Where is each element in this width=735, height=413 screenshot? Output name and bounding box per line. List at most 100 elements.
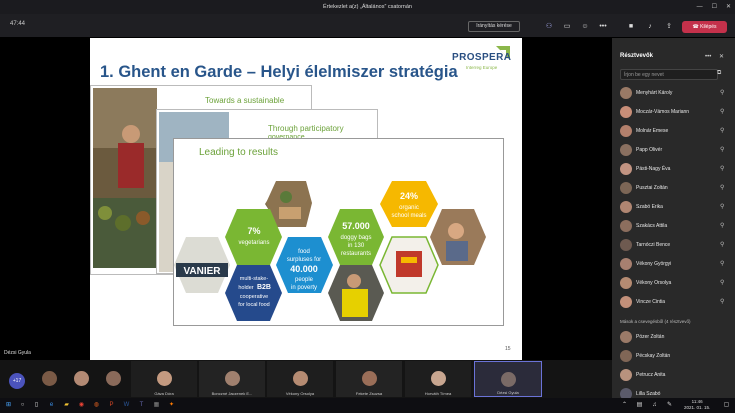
others-section-header[interactable]: Mások a csevegésből (4 résztvevő) [620,319,691,324]
app-icon[interactable]: ▦ [152,401,161,410]
leave-label: Kilépés [700,24,717,30]
chat-icon[interactable]: ▭ [562,22,572,31]
participant-name: Pózer Zoltán [636,334,665,340]
gallery-tile-name: Bonczné Jaczenek E... [211,391,253,396]
word-icon[interactable]: W [122,401,131,410]
gallery-tile[interactable]: Fekete Zsuzsa [336,361,402,397]
participant-row[interactable]: Szakács Attila ⚲ [620,217,730,235]
edge-icon[interactable]: e [47,401,56,410]
share-invite-icon[interactable]: ⧉ [717,70,721,77]
participant-row[interactable]: Pusztai Zoltán ⚲ [620,179,730,197]
mic-muted-icon: ⚲ [720,204,725,210]
minimize-icon[interactable]: — [697,0,703,14]
more-actions-icon[interactable]: ••• [598,22,608,31]
gallery-tile[interactable]: Gáva Dóra [131,361,197,397]
gallery-tile[interactable] [34,361,64,397]
camera-icon[interactable]: ■ [626,22,636,31]
request-control-button[interactable]: Irányítás kérése [468,21,520,32]
volume-icon[interactable]: ♫ [650,401,659,410]
participants-panel-title: Résztvevők [620,53,654,59]
avatar [620,239,632,251]
tray-chevron-icon[interactable]: ⌃ [620,401,629,410]
more-participants-button[interactable]: +17 [9,373,25,389]
participant-row[interactable]: Pásti-Nagy Éva ⚲ [620,160,730,178]
participant-name: Szabó Erika [636,204,663,210]
mic-muted-icon: ⚲ [720,166,725,172]
presenter-name: Dézsi Gyula [4,350,31,356]
firefox-icon[interactable]: ◍ [92,401,101,410]
hex-b2b-text1: multi-stake- [240,276,269,282]
mic-muted-icon: ⚲ [720,185,725,191]
avatar [156,371,172,386]
panel2-title: Through participatory [268,124,344,133]
file-explorer-icon[interactable]: ▰ [62,401,71,410]
gallery-tile-name: Gáva Dóra [154,391,174,396]
gallery-tile[interactable]: Vékony Orsolya [267,361,333,397]
slide-panel-results: Leading to results 7% vegetarians 57.000… [173,138,504,326]
participants-icon[interactable]: ⚇ [544,22,554,31]
presentation-slide: 1. Ghent en Garde – Helyi élelmiszer str… [90,38,522,360]
hex-doggy-number: 57.000 [342,221,370,231]
meeting-timer: 47:44 [10,21,26,27]
avatar [620,144,632,156]
gallery-tile[interactable]: Horváth Tímea [405,361,471,397]
chrome-icon[interactable]: ◉ [77,401,86,410]
participant-row[interactable]: Vincze Cintia ⚲ [620,293,730,311]
meeting-toolbar: 47:44 Irányítás kérése ⚇ ▭ ☺ ••• ■ ♪ ⇪ ☎… [0,14,735,38]
hex-food-text2: surpluses for [287,257,321,263]
participant-row[interactable]: Moczár-Vámos Mariann ⚲ [620,103,730,121]
hex-veg-number: 7% [247,226,260,236]
microphone-icon[interactable]: ♪ [645,22,655,31]
avatar [620,369,632,381]
gallery-tile[interactable] [66,361,96,397]
participant-name: Pásti-Nagy Éva [636,166,671,172]
participant-name: Petrucz Anita [636,372,666,378]
hex-vanier-photo: VANIER [174,237,230,293]
hex-school-number: 24% [400,191,418,201]
participant-name: Moczár-Vámos Mariann [636,109,690,115]
task-view-icon[interactable]: ▯ [32,401,41,410]
teams-icon[interactable]: T [137,401,146,410]
hex-food-text4: in poverty [291,285,317,291]
notifications-icon[interactable]: ▢ [722,401,731,410]
share-icon[interactable]: ⇪ [664,22,674,31]
gallery-tile-active-speaker[interactable]: Dézsi Gyula [474,361,542,397]
participant-name: Tarnóczi Bence [636,242,671,248]
gallery-tile[interactable] [98,361,128,397]
participant-row[interactable]: Papp Olivér ⚲ [620,141,730,159]
language-icon[interactable]: ✎ [665,401,674,410]
reactions-icon[interactable]: ☺ [580,22,590,31]
participant-search-input[interactable]: Írjon be egy nevet [620,69,718,80]
maximize-icon[interactable]: ☐ [712,0,717,14]
participant-row[interactable]: Vékony Orsolya ⚲ [620,274,730,292]
gallery-tile-name: Dézsi Gyula [497,390,519,395]
avatar [620,277,632,289]
participant-name: Pusztai Zoltán [636,185,668,191]
taskbar-clock[interactable]: 11:46 2021. 01. 15. [684,399,710,411]
participant-row[interactable]: Pózer Zoltán [620,328,730,346]
more-options-icon[interactable]: ••• [705,54,711,60]
app-icon-orange[interactable]: ✦ [167,401,176,410]
gallery-tile[interactable]: Bonczné Jaczenek E... [199,361,265,397]
participant-row[interactable]: Menyhárt Károly ⚲ [620,84,730,102]
close-panel-icon[interactable]: ✕ [719,54,724,60]
hex-b2b-text2: holder [238,285,253,291]
participant-row[interactable]: Pécskay Zoltán [620,347,730,365]
results-hexagon-cluster: 7% vegetarians 57.000 doggy bags in 130 … [174,181,486,321]
network-icon[interactable]: ▤ [635,401,644,410]
leave-button[interactable]: ☎ Kilépés [682,21,727,33]
search-icon[interactable]: ○ [18,401,27,410]
participant-row[interactable]: Szabó Erika ⚲ [620,198,730,216]
mic-muted-icon: ⚲ [720,109,725,115]
avatar [620,106,632,118]
participant-row[interactable]: Vékony Györgyi ⚲ [620,255,730,273]
hex-vegetarians: 7% vegetarians [225,209,282,265]
participant-row[interactable]: Petrucz Anita [620,366,730,384]
hex-doggy-text3: restaurants [341,251,371,257]
powerpoint-icon[interactable]: P [107,401,116,410]
hex-child-photo [430,209,486,265]
close-icon[interactable]: ✕ [726,0,731,14]
participant-row[interactable]: Tarnóczi Bence ⚲ [620,236,730,254]
windows-start-icon[interactable]: ⊞ [4,401,13,410]
participant-row[interactable]: Molnár Emese ⚲ [620,122,730,140]
